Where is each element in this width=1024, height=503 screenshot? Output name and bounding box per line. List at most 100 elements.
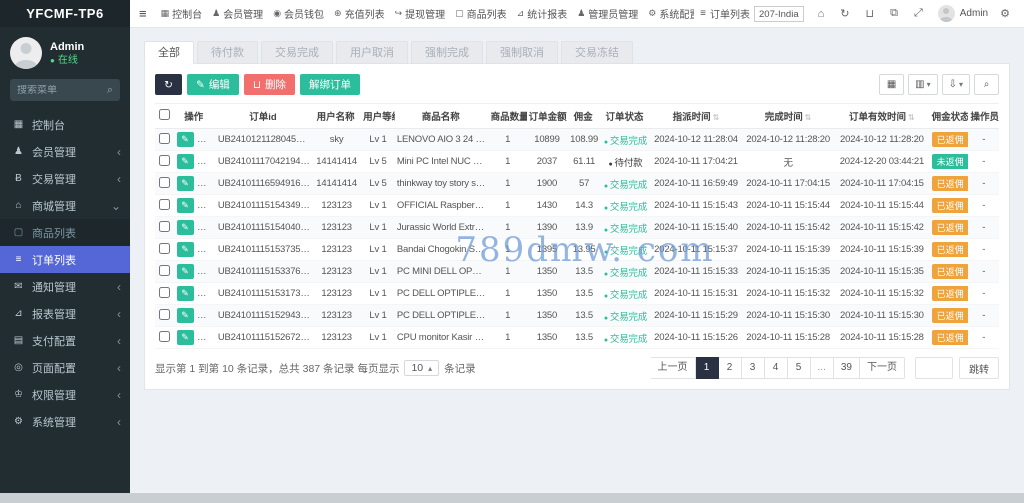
search-button[interactable]: ⌕ (974, 74, 999, 95)
topnav-tab-order-list[interactable]: ≡ 订单列表 207-India (694, 5, 809, 22)
jump-page-input[interactable] (915, 357, 953, 379)
column-header[interactable]: 用户名称 (312, 103, 362, 129)
page-button[interactable]: 2 (718, 357, 742, 379)
sidebar-item[interactable]: ✉ 通知管理 ‹ (0, 273, 130, 300)
row-delete-button[interactable]: ⊔ (198, 264, 216, 279)
column-header[interactable]: 商品数量 (488, 103, 527, 129)
topnav-item[interactable]: ⚙ 系统配置 (643, 0, 694, 28)
row-edit-button[interactable]: ✎ (176, 264, 194, 279)
row-delete-button[interactable]: ⊔ (198, 286, 216, 301)
filter-tab[interactable]: 强制取消 (486, 41, 558, 64)
topnav-item[interactable]: ↪ 提现管理 (390, 0, 451, 28)
fullscreen-icon[interactable]: ⤢ (906, 7, 931, 20)
sidebar-item[interactable]: ▢ 商品列表 (0, 219, 130, 246)
page-button[interactable]: 39 (833, 357, 860, 379)
trash-icon[interactable]: ⊔ (858, 7, 883, 20)
sidebar-item[interactable]: Ƀ 交易管理 ‹ (0, 165, 130, 192)
row-edit-button[interactable]: ✎ (176, 308, 194, 323)
refresh-icon[interactable]: ↻ (832, 7, 857, 20)
topnav-item[interactable]: ▢ 商品列表 (450, 0, 512, 28)
filter-tab[interactable]: 待付款 (197, 41, 258, 64)
sidebar-item[interactable]: ≡ 订单列表 (0, 246, 130, 273)
filter-tab[interactable]: 全部 (144, 41, 194, 64)
page-button[interactable]: 5 (787, 357, 811, 379)
row-edit-button[interactable]: ✎ (176, 286, 194, 301)
hamburger-icon[interactable]: ≡ (130, 6, 156, 21)
row-checkbox[interactable] (158, 154, 170, 166)
row-checkbox[interactable] (158, 198, 170, 210)
page-button[interactable]: ... (810, 357, 834, 379)
column-header[interactable]: 指派时间 ⇅ (649, 103, 743, 129)
home-icon[interactable]: ⌂ (810, 8, 833, 20)
column-header[interactable]: 订单状态 (601, 103, 650, 129)
filter-tab[interactable]: 强制完成 (411, 41, 483, 64)
row-checkbox[interactable] (158, 176, 170, 188)
sidebar-item[interactable]: ⊿ 报表管理 ‹ (0, 300, 130, 327)
jump-button[interactable]: 跳转 (959, 357, 999, 379)
refresh-button[interactable]: ↻ (155, 74, 182, 95)
filter-tab[interactable]: 用户取消 (336, 41, 408, 64)
sidebar-search-input[interactable] (17, 84, 107, 96)
row-checkbox[interactable] (158, 264, 170, 276)
sidebar-item[interactable]: ◎ 页面配置 ‹ (0, 354, 130, 381)
row-delete-button[interactable]: ⊔ (198, 330, 216, 345)
sidebar-item[interactable]: ⚙ 系统管理 ‹ (0, 408, 130, 435)
filter-tab[interactable]: 交易完成 (261, 41, 333, 64)
gears-icon[interactable]: ⚙ (992, 7, 1018, 20)
topnav-item[interactable]: ◉ 会员钱包 (268, 0, 329, 28)
page-size-select[interactable]: 10 ▴ (404, 360, 440, 376)
row-checkbox[interactable] (158, 132, 170, 144)
page-button[interactable]: 上一页 (650, 357, 696, 379)
topnav-item[interactable]: ⊿ 统计报表 (512, 0, 573, 28)
topnav-item[interactable]: ♟ 管理员管理 (572, 0, 643, 28)
sidebar-item[interactable]: ▤ 支付配置 ‹ (0, 327, 130, 354)
row-checkbox[interactable] (158, 242, 170, 254)
select-all-checkbox[interactable] (158, 109, 170, 120)
sidebar-item[interactable]: ⌂ 商城管理 ⌄ (0, 192, 130, 219)
row-delete-button[interactable]: ⊔ (198, 308, 216, 323)
row-edit-button[interactable]: ✎ (176, 242, 194, 257)
filter-tab[interactable]: 交易冻结 (561, 41, 633, 64)
topnav-item[interactable]: ▦ 控制台 (156, 0, 208, 28)
column-header[interactable]: 佣金 (567, 103, 601, 129)
columns-button[interactable]: ▥ ▾ (908, 74, 938, 95)
row-delete-button[interactable]: ⊔ (198, 154, 216, 169)
sidebar-item[interactable]: ♔ 权限管理 ‹ (0, 381, 130, 408)
column-header[interactable]: 佣金状态 (929, 103, 969, 129)
row-edit-button[interactable]: ✎ (176, 176, 194, 191)
row-checkbox[interactable] (158, 220, 170, 232)
column-header[interactable]: 用户等级 (361, 103, 395, 129)
column-header[interactable]: 操作 (173, 103, 216, 129)
row-checkbox[interactable] (158, 330, 170, 342)
unbind-order-button[interactable]: 解绑订单 (300, 74, 361, 95)
row-delete-button[interactable]: ⊔ (198, 220, 216, 235)
search-icon[interactable]: ⌕ (107, 84, 113, 97)
column-header[interactable]: 完成时间 ⇅ (742, 103, 835, 129)
row-delete-button[interactable]: ⊔ (198, 176, 216, 191)
column-header[interactable]: 订单id (215, 103, 313, 129)
toggle-view-button[interactable]: ▦ (879, 74, 905, 95)
page-button[interactable]: 1 (695, 357, 719, 379)
copy-icon[interactable]: ⧉ (882, 7, 906, 20)
row-edit-button[interactable]: ✎ (176, 198, 194, 213)
row-delete-button[interactable]: ⊔ (198, 132, 216, 147)
column-header[interactable]: 订单有效时间 ⇅ (834, 103, 930, 129)
row-delete-button[interactable]: ⊔ (198, 242, 216, 257)
column-header[interactable]: 订单金额 (526, 103, 568, 129)
edit-button[interactable]: ✎ 编辑 (187, 74, 239, 95)
topnav-item[interactable]: ⊕ 充值列表 (329, 0, 390, 28)
row-edit-button[interactable]: ✎ (176, 220, 194, 235)
topnav-item[interactable]: ♟ 会员管理 (207, 0, 268, 28)
row-edit-button[interactable]: ✎ (176, 154, 194, 169)
topbar-avatar[interactable] (937, 5, 955, 22)
row-checkbox[interactable] (158, 308, 170, 320)
sidebar-item[interactable]: ▦ 控制台 (0, 111, 130, 138)
page-button[interactable]: 下一页 (860, 357, 905, 379)
row-checkbox[interactable] (158, 286, 170, 298)
column-header[interactable]: 操作员 (968, 103, 999, 129)
row-delete-button[interactable]: ⊔ (198, 198, 216, 213)
page-button[interactable]: 4 (764, 357, 788, 379)
delete-button[interactable]: ⊔ 删除 (243, 74, 296, 95)
export-button[interactable]: ⇩ ▾ (941, 74, 970, 95)
sidebar-item[interactable]: ♟ 会员管理 ‹ (0, 138, 130, 165)
